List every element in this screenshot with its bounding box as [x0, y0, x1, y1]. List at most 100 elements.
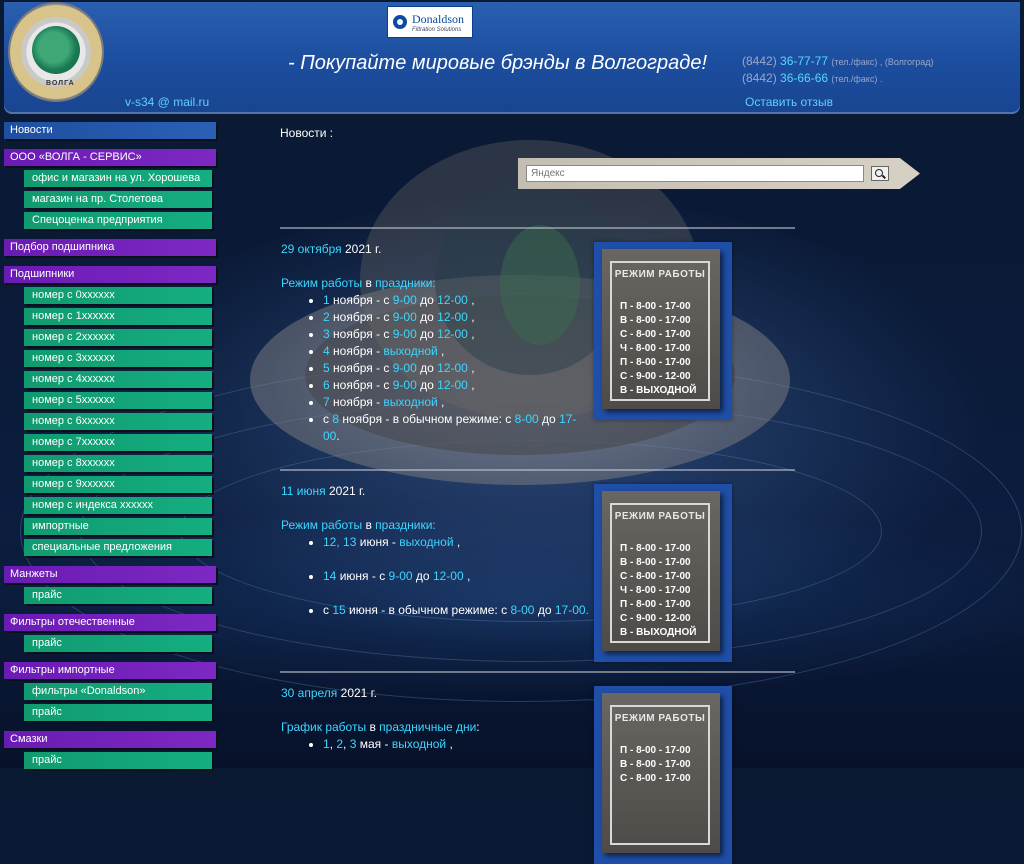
search-button[interactable]: [871, 166, 889, 181]
nav-bearing-item[interactable]: номер с 4xxxxxx: [24, 371, 212, 388]
poster-line: В - 8-00 - 17-00: [620, 315, 691, 326]
news-heading: График работы: [281, 720, 367, 734]
nav-cuffs-price[interactable]: прайс: [24, 587, 212, 604]
poster-line: Ч - 8-00 - 17-00: [620, 585, 691, 596]
news-year: 2021 г.: [328, 484, 366, 498]
nav-company-store[interactable]: магазин на пр. Столетова: [24, 191, 212, 208]
donaldson-banner[interactable]: Donaldson Filtration Solutions: [387, 6, 473, 38]
globe-icon: [32, 26, 80, 74]
divider: [280, 671, 795, 673]
nav-bearing-item[interactable]: номер с 5xxxxxx: [24, 392, 212, 409]
phone-code: (8442): [742, 54, 777, 68]
divider: [280, 227, 795, 229]
nav-bearing-item[interactable]: номер с 0xxxxxx: [24, 287, 212, 304]
schedule-poster[interactable]: РЕЖИМ РАБОТЫ П - 8-00 - 17-00 В - 8-00 -…: [594, 484, 732, 662]
news-year: 2021 г.: [340, 686, 377, 700]
poster-line: П - 8-00 - 17-00: [620, 543, 691, 554]
schedule-list: 1 ноября - с 9-00 до 12-00 , 2 ноября - …: [281, 292, 581, 445]
news-date[interactable]: 29 октября: [281, 242, 342, 256]
brand-name: Donaldson: [412, 12, 464, 26]
nav-bearing-item[interactable]: импортные: [24, 518, 212, 535]
list-item: 7 ноября - выходной ,: [323, 394, 581, 411]
news-date[interactable]: 30 апреля: [281, 686, 337, 700]
company-logo[interactable]: ВОЛГА: [10, 4, 102, 100]
nav-lubricants[interactable]: Смазки: [4, 731, 216, 748]
schedule-list: 12, 13 июня - выходной , 14 июня - с 9-0…: [281, 534, 589, 619]
donaldson-logo-icon: [393, 15, 407, 29]
list-item: 14 июня - с 9-00 до 12-00 ,: [323, 568, 581, 585]
poster-line: С - 8-00 - 17-00: [620, 571, 691, 582]
nav-bearing-item[interactable]: номер с 6xxxxxx: [24, 413, 212, 430]
nav-bearing-item[interactable]: специальные предложения: [24, 539, 212, 556]
poster-line: В - ВЫХОДНОЙ: [620, 627, 697, 638]
nav-bearing-item[interactable]: номер с 9xxxxxx: [24, 476, 212, 493]
nav-filters-import-price[interactable]: прайс: [24, 704, 212, 721]
nav-news[interactable]: Новости: [4, 122, 216, 139]
phone-note: (тел./факс) , (Волгоград): [831, 57, 934, 67]
poster-line: П - 8-00 - 17-00: [620, 301, 691, 312]
nav-company-office[interactable]: офис и магазин на ул. Хорошева: [24, 170, 212, 187]
news-heading-b: праздничные дни: [379, 720, 477, 734]
poster-line: С - 9-00 - 12-00: [620, 613, 691, 624]
phone-code: (8442): [742, 71, 777, 85]
list-item: 2 ноября - с 9-00 до 12-00 ,: [323, 309, 581, 326]
list-item: 1 ноября - с 9-00 до 12-00 ,: [323, 292, 581, 309]
nav-bearing-item[interactable]: номер с 8xxxxxx: [24, 455, 212, 472]
list-item: 3 ноября - с 9-00 до 12-00 ,: [323, 326, 581, 343]
poster-line: В - 8-00 - 17-00: [620, 557, 691, 568]
nav-filters-donaldson[interactable]: фильтры «Donaldson»: [24, 683, 212, 700]
news-date[interactable]: 11 июня: [281, 484, 326, 498]
nav-bearing-item[interactable]: номер с 1xxxxxx: [24, 308, 212, 325]
phone-note: (тел./факс) .: [831, 74, 883, 84]
slogan: - Покупайте мировые брэнды в Волгограде!: [288, 52, 708, 74]
logo-text: ВОЛГА: [46, 80, 75, 87]
email-link[interactable]: v-s34 @ mail.ru: [125, 95, 209, 109]
phone-number: 36-66-66: [780, 71, 829, 85]
phone-number: 36-77-77: [780, 54, 829, 68]
news-heading: Режим работы: [281, 518, 363, 532]
poster-title: РЕЖИМ РАБОТЫ: [614, 269, 706, 280]
review-link[interactable]: Оставить отзыв: [745, 95, 833, 109]
poster-title: РЕЖИМ РАБОТЫ: [614, 511, 706, 522]
nav-bearing-select[interactable]: Подбор подшипника: [4, 239, 216, 256]
nav-bearing-item[interactable]: номер с индекса xxxxxx: [24, 497, 212, 514]
poster-line: В - ВЫХОДНОЙ: [620, 385, 697, 396]
poster-title: РЕЖИМ РАБОТЫ: [614, 713, 706, 724]
news-heading-in: в: [365, 518, 372, 532]
schedule-poster[interactable]: РЕЖИМ РАБОТЫ П - 8-00 - 17-00 В - 8-00 -…: [594, 686, 732, 864]
poster-line: С - 8-00 - 17-00: [620, 329, 691, 340]
schedule-list: 1, 2, 3 мая - выходной ,: [281, 736, 581, 753]
list-item: 4 ноября - выходной ,: [323, 343, 581, 360]
list-item: 5 ноября - с 9-00 до 12-00 ,: [323, 360, 581, 377]
nav-filters-import[interactable]: Фильтры импортные: [4, 662, 216, 679]
news-year: 2021 г.: [345, 242, 382, 256]
nav-lubricants-price[interactable]: прайс: [24, 752, 212, 769]
poster-line: П - 8-00 - 17-00: [620, 745, 691, 756]
poster-line: В - 8-00 - 17-00: [620, 759, 691, 770]
nav-bearing-item[interactable]: номер с 3xxxxxx: [24, 350, 212, 367]
nav-bearing-item[interactable]: номер с 2xxxxxx: [24, 329, 212, 346]
nav-bearings[interactable]: Подшипники: [4, 266, 216, 283]
nav-bearing-item[interactable]: номер с 7xxxxxx: [24, 434, 212, 451]
phone-line-2: (8442) 36-66-66 (тел./факс) .: [742, 71, 882, 85]
list-item: 6 ноября - с 9-00 до 12-00 ,: [323, 377, 581, 394]
list-item: 1, 2, 3 мая - выходной ,: [323, 736, 581, 753]
news-item: 11 июня 2021 г. Режим работы в праздники…: [281, 483, 589, 619]
list-item: с 15 июня - в обычном режиме: с 8-00 до …: [323, 602, 589, 619]
sidebar-nav: Новости ООО «ВОЛГА - СЕРВИС» офис и мага…: [4, 122, 216, 769]
schedule-poster[interactable]: РЕЖИМ РАБОТЫ П - 8-00 - 17-00 В - 8-00 -…: [594, 242, 732, 420]
search-input[interactable]: [526, 165, 864, 182]
poster-line: П - 8-00 - 17-00: [620, 599, 691, 610]
news-heading-b: праздники: [375, 276, 433, 290]
divider: [280, 469, 795, 471]
list-item: с 8 ноября - в обычном режиме: с 8-00 до…: [323, 411, 581, 445]
nav-company[interactable]: ООО «ВОЛГА - СЕРВИС»: [4, 149, 216, 166]
poster-line: П - 8-00 - 17-00: [620, 357, 691, 368]
nav-company-assessment[interactable]: Спецоценка предприятия: [24, 212, 212, 229]
nav-filters-domestic[interactable]: Фильтры отечественные: [4, 614, 216, 631]
nav-cuffs[interactable]: Манжеты: [4, 566, 216, 583]
news-heading: Режим работы: [281, 276, 363, 290]
news-heading-in: в: [369, 720, 376, 734]
page-title: Новости :: [280, 126, 334, 140]
nav-filters-domestic-price[interactable]: прайс: [24, 635, 212, 652]
